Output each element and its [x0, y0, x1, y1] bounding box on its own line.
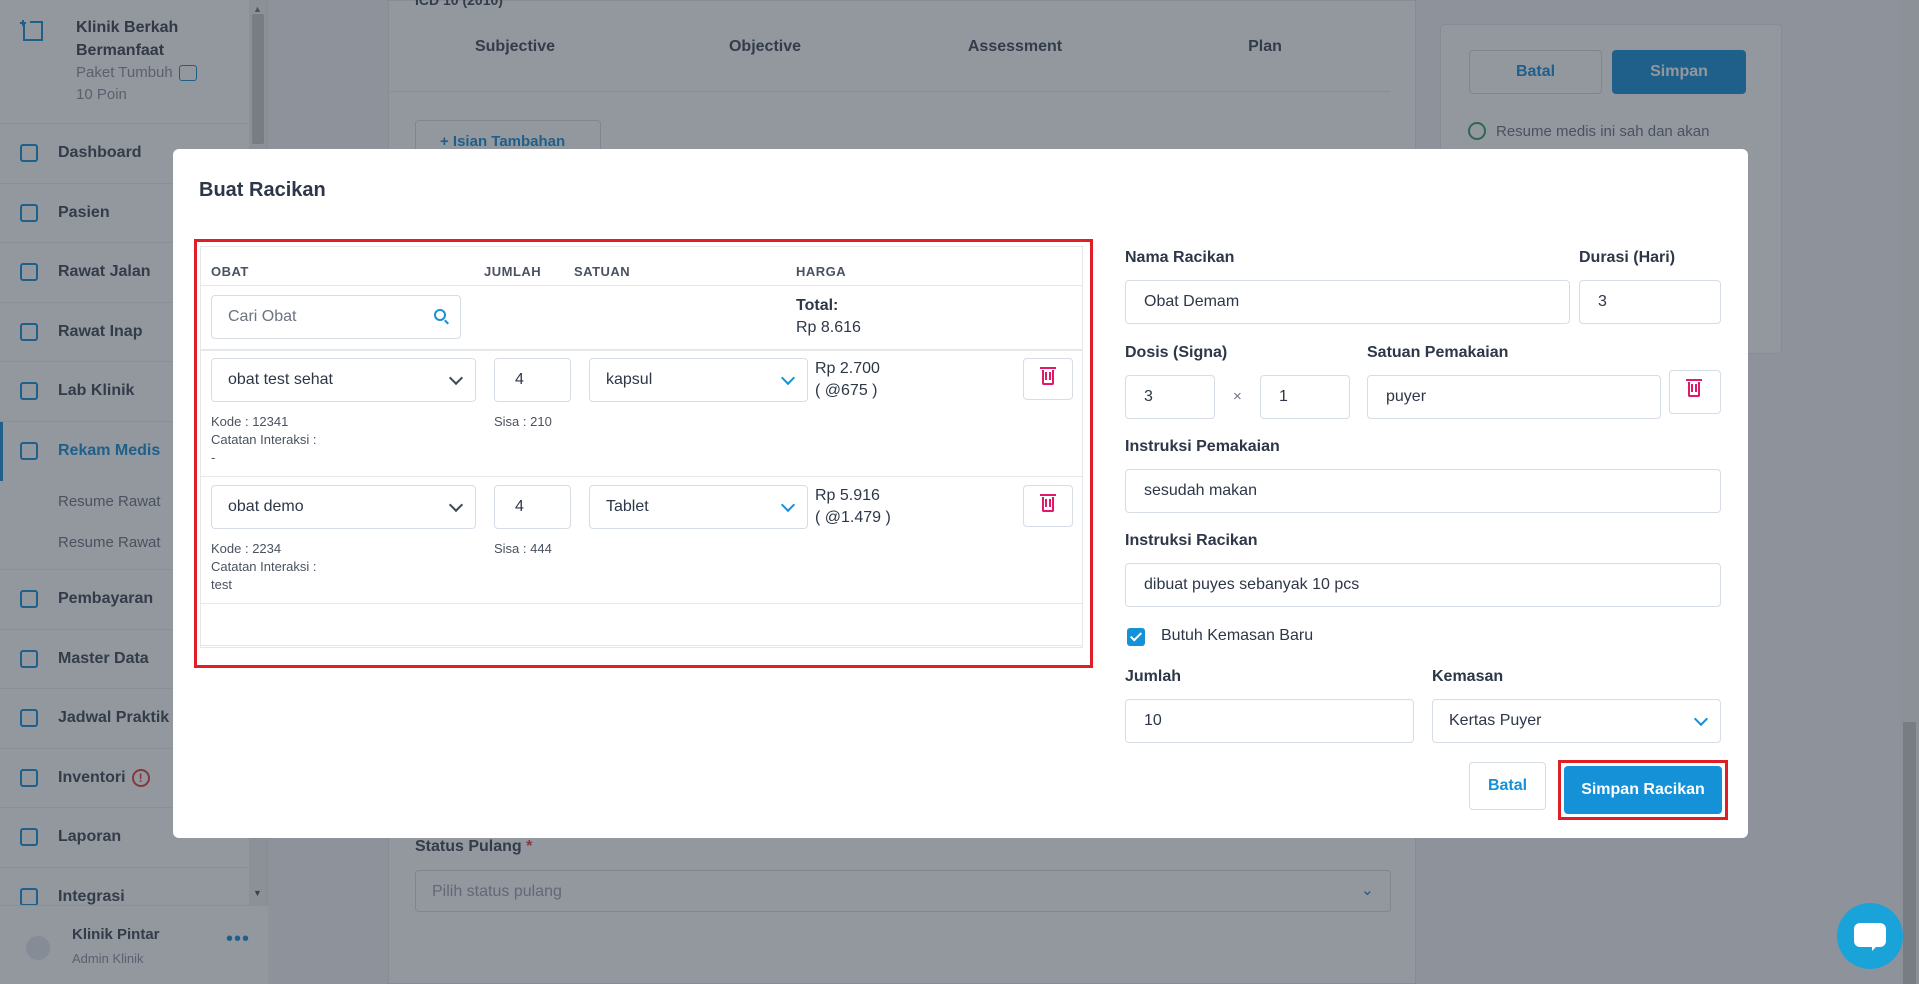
divider — [201, 285, 1082, 286]
drug-select[interactable]: obat test sehat — [211, 358, 476, 402]
drug-meta: Kode : 2234 Catatan Interaksi : test — [211, 540, 317, 594]
instruksi-pemakaian-label: Instruksi Pemakaian — [1125, 438, 1280, 455]
trash-icon — [1686, 379, 1702, 397]
instruksi-racikan-label: Instruksi Racikan — [1125, 532, 1258, 549]
modal-title: Buat Racikan — [199, 179, 326, 201]
trash-icon — [1040, 367, 1056, 385]
header-obat: OBAT — [211, 264, 249, 279]
delete-row-button[interactable] — [1023, 358, 1073, 400]
header-satuan: SATUAN — [574, 264, 631, 279]
unit-value: kapsul — [606, 371, 653, 388]
trash-icon — [1040, 494, 1056, 512]
total-label: Total: — [796, 297, 839, 314]
jumlah-label: Jumlah — [1125, 668, 1182, 685]
stock-remaining: Sisa : 210 — [494, 414, 552, 429]
delete-dosage-button[interactable] — [1669, 370, 1721, 414]
drug-code: Kode : 12341 — [211, 414, 289, 429]
dosis-label: Dosis (Signa) — [1125, 344, 1228, 361]
chat-icon — [1854, 923, 1886, 951]
unit-price: ( @675 ) — [815, 382, 878, 399]
stock-remaining: Sisa : 444 — [494, 541, 552, 556]
kemasan-label: Kemasan — [1432, 668, 1504, 685]
header-harga: HARGA — [796, 264, 847, 279]
durasi-input[interactable]: 3 — [1579, 280, 1721, 324]
satuan-pemakaian-label: Satuan Pemakaian — [1367, 344, 1509, 361]
quantity-input[interactable]: 4 — [494, 485, 571, 529]
compound-modal: Buat Racikan OBAT JUMLAH SATUAN HARGA Ca… — [173, 149, 1748, 838]
kemasan-baru-label: Butuh Kemasan Baru — [1161, 627, 1314, 644]
save-racikan-button[interactable]: Simpan Racikan — [1564, 766, 1722, 814]
delete-row-button[interactable] — [1023, 485, 1073, 527]
dosis-amount-input[interactable]: 1 — [1260, 375, 1350, 419]
total-value: Rp 8.616 — [796, 319, 861, 336]
search-placeholder: Cari Obat — [228, 308, 297, 325]
price-value: Rp 5.916 — [815, 487, 880, 504]
drug-search-input[interactable]: Cari Obat — [211, 295, 461, 339]
quantity-input[interactable]: 4 — [494, 358, 571, 402]
drug-table: OBAT JUMLAH SATUAN HARGA Cari Obat Total… — [200, 246, 1083, 648]
instruksi-pemakaian-input[interactable]: sesudah makan — [1125, 469, 1721, 513]
times-sign: × — [1233, 388, 1242, 405]
interaction-note: test — [211, 577, 232, 592]
unit-price: ( @1.479 ) — [815, 509, 891, 526]
durasi-label: Durasi (Hari) — [1579, 249, 1676, 266]
chevron-down-icon — [448, 497, 464, 513]
chevron-down-icon — [780, 370, 796, 386]
unit-select[interactable]: kapsul — [589, 358, 808, 402]
chevron-down-icon — [1693, 711, 1709, 727]
divider — [201, 476, 1082, 477]
search-icon[interactable] — [434, 309, 446, 321]
drug-name: obat test sehat — [228, 371, 333, 388]
drug-code: Kode : 2234 — [211, 541, 282, 556]
kemasan-baru-checkbox[interactable] — [1127, 628, 1145, 646]
app-root: Klinik Berkah Bermanfaat Paket Tumbuh 10… — [0, 0, 1919, 984]
satuan-pemakaian-input[interactable]: puyer — [1367, 375, 1661, 419]
header-jumlah: JUMLAH — [484, 264, 542, 279]
kemasan-value: Kertas Puyer — [1449, 712, 1542, 729]
jumlah-input[interactable]: 10 — [1125, 699, 1414, 743]
unit-value: Tablet — [606, 498, 649, 515]
nama-racikan-input[interactable]: Obat Demam — [1125, 280, 1570, 324]
row-price: Rp 2.700 ( @675 ) — [815, 358, 880, 402]
chevron-down-icon — [448, 370, 464, 386]
drug-name: obat demo — [228, 498, 304, 515]
chat-button[interactable] — [1837, 903, 1903, 969]
interaction-label: Catatan Interaksi : — [211, 432, 317, 447]
kemasan-select[interactable]: Kertas Puyer — [1432, 699, 1721, 743]
divider — [201, 603, 1082, 604]
price-value: Rp 2.700 — [815, 360, 880, 377]
cancel-button[interactable]: Batal — [1469, 762, 1546, 810]
chevron-down-icon — [780, 497, 796, 513]
instruksi-racikan-input[interactable]: dibuat puyes sebanyak 10 pcs — [1125, 563, 1721, 607]
divider — [201, 349, 1082, 351]
drug-select[interactable]: obat demo — [211, 485, 476, 529]
dosis-frequency-input[interactable]: 3 — [1125, 375, 1215, 419]
interaction-note: - — [211, 450, 216, 465]
row-price: Rp 5.916 ( @1.479 ) — [815, 485, 891, 529]
interaction-label: Catatan Interaksi : — [211, 559, 317, 574]
divider — [201, 645, 1082, 646]
drug-meta: Kode : 12341 Catatan Interaksi : - — [211, 413, 317, 467]
nama-racikan-label: Nama Racikan — [1125, 249, 1235, 266]
unit-select[interactable]: Tablet — [589, 485, 808, 529]
